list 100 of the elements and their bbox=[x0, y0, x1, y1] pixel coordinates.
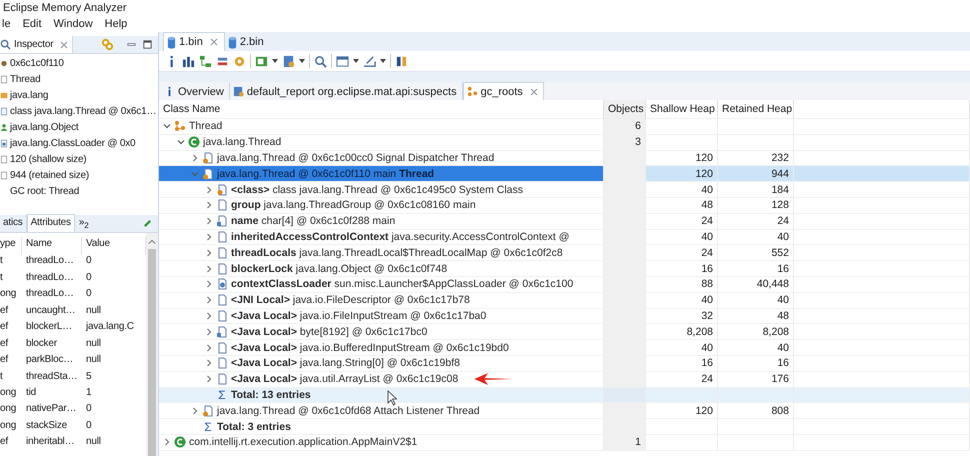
expand-chevron-icon[interactable] bbox=[205, 280, 213, 288]
expand-chevron-icon[interactable] bbox=[205, 186, 213, 194]
table-cell: 16 bbox=[701, 262, 713, 275]
pin-icon[interactable] bbox=[143, 219, 152, 228]
dropdown-caret-icon[interactable] bbox=[299, 59, 305, 63]
document-icon bbox=[216, 246, 228, 259]
table-cell-text: threadSta… bbox=[25, 370, 78, 384]
tree-row[interactable]: inheritedAccessControlContext java.security.AccessControlContext @ 40 40 bbox=[159, 230, 970, 246]
collapse-chevron-icon[interactable] bbox=[163, 122, 171, 130]
menu-item[interactable]: le bbox=[2, 18, 11, 30]
document-icon bbox=[216, 199, 228, 212]
tree-row[interactable]: Σ Total: 3 entries bbox=[159, 419, 970, 435]
person-icon bbox=[0, 122, 8, 132]
tree-row[interactable]: blockerLock java.lang.Object @ 0x6c1c0f748 16 16 bbox=[159, 261, 970, 277]
menu-item[interactable]: Help bbox=[104, 18, 128, 30]
menu-item[interactable]: Edit bbox=[22, 18, 42, 30]
magnifier-icon bbox=[0, 39, 11, 50]
table-cell: 184 bbox=[771, 184, 789, 196]
nodes-icon bbox=[174, 120, 186, 132]
document-icon bbox=[216, 373, 228, 386]
table-cell-text: stackSize bbox=[25, 418, 68, 433]
expand-chevron-icon[interactable] bbox=[163, 438, 171, 446]
table-cell: 120 bbox=[695, 152, 713, 164]
expand-chevron-icon[interactable] bbox=[191, 154, 199, 162]
tree-row[interactable]: com.intellij.rt.execution.application.AppMainV2$1 1 bbox=[159, 434, 970, 451]
tree-row[interactable]: group java.lang.ThreadGroup @ 0x6c1c08160 main 48 128 bbox=[159, 198, 970, 214]
tree-row[interactable]: contextClassLoader sun.misc.Launcher$AppClassLoader @ 0x6c1c100 88 40,448 bbox=[159, 276, 970, 293]
expand-chevron-icon[interactable] bbox=[205, 328, 213, 336]
bar-chart-icon[interactable] bbox=[182, 54, 195, 68]
sum-sign: Σ bbox=[217, 388, 227, 402]
export-icon[interactable] bbox=[363, 54, 376, 68]
tree-label: name char[4] @ 0x6c1c0f288 main bbox=[231, 215, 396, 228]
search-icon[interactable] bbox=[314, 54, 327, 68]
table-cell: 40 bbox=[777, 294, 789, 306]
tree-row[interactable]: Σ Total: 13 entries bbox=[159, 388, 970, 404]
table-cell-text: tid bbox=[25, 386, 37, 400]
expand-chevron-icon[interactable] bbox=[205, 232, 213, 241]
scrollbar[interactable] bbox=[146, 233, 158, 456]
scroll-up-icon[interactable] bbox=[148, 239, 156, 245]
table-cell: 48 bbox=[701, 199, 713, 212]
expand-chevron-icon[interactable] bbox=[205, 344, 213, 352]
table-cell: 6 bbox=[635, 120, 641, 132]
table-cell: 808 bbox=[771, 404, 789, 417]
mouse-cursor-icon bbox=[387, 390, 397, 406]
editor-tab[interactable]: 1.bin bbox=[163, 32, 225, 51]
dropdown-caret-icon[interactable] bbox=[353, 59, 359, 63]
result-tab[interactable]: gc_roots bbox=[462, 82, 544, 100]
inspector-tab[interactable]: Inspector bbox=[0, 36, 74, 53]
column-header[interactable]: ype bbox=[0, 237, 22, 255]
tree-row[interactable]: <Java Local> java.io.FileInputStream @ 0x6c1c17ba0 32 48 bbox=[159, 308, 970, 324]
expand-chevron-icon[interactable] bbox=[205, 375, 213, 384]
tree-icon[interactable] bbox=[199, 54, 212, 68]
nodes-icon bbox=[466, 86, 478, 97]
expand-chevron-icon[interactable] bbox=[191, 406, 199, 415]
tree-row[interactable]: Thread 6 bbox=[159, 119, 970, 135]
tree-row[interactable]: java.lang.Thread 3 bbox=[159, 134, 970, 151]
dropdown-caret-icon[interactable] bbox=[272, 59, 278, 63]
table-cell: 40 bbox=[701, 184, 713, 196]
class-icon bbox=[188, 136, 200, 148]
document-icon bbox=[216, 326, 228, 338]
expand-chevron-icon[interactable] bbox=[205, 264, 213, 273]
expand-chevron-icon[interactable] bbox=[205, 248, 213, 257]
expand-chevron-icon[interactable] bbox=[205, 201, 213, 210]
tree-row[interactable]: <Java Local> java.io.BufferedInputStream @ 0x6c1c19bd0 40 40 bbox=[159, 340, 970, 356]
editor-tab[interactable]: 2.bin bbox=[224, 33, 270, 51]
tree-row[interactable]: <class> class java.lang.Thread @ 0x6c1c495c0 System Class 40 184 bbox=[159, 182, 970, 198]
menu-item[interactable]: Window bbox=[54, 18, 93, 30]
collapse-chevron-icon[interactable] bbox=[177, 138, 185, 146]
window-icon[interactable] bbox=[336, 54, 349, 68]
column-header[interactable]: Shallow Heap bbox=[646, 100, 718, 119]
table-cell-text: ong bbox=[0, 418, 18, 433]
tree-row[interactable]: <Java Local> byte[8192] @ 0x6c1c17bc0 8,208 8,208 bbox=[159, 324, 970, 340]
expand-chevron-icon[interactable] bbox=[205, 312, 213, 320]
tree-row[interactable]: <Java Local> java.lang.String[0] @ 0x6c1c19bf8 16 16 bbox=[159, 356, 970, 372]
table-cell-text: 0 bbox=[85, 254, 92, 268]
tree-row[interactable]: <JNI Local> java.io.FileDescriptor @ 0x6c1c17b78 40 40 bbox=[159, 292, 970, 309]
report-icon[interactable] bbox=[282, 54, 295, 68]
expand-chevron-icon[interactable] bbox=[205, 296, 213, 304]
column-header[interactable]: Retained Heap bbox=[718, 100, 794, 119]
tree-row[interactable]: threadLocals java.lang.ThreadLocal$ThreadLocalMap @ 0x6c1c0f2c8 24 552 bbox=[159, 245, 970, 262]
column-header[interactable]: Name bbox=[22, 237, 82, 255]
close-icon[interactable] bbox=[530, 88, 538, 96]
expand-chevron-icon[interactable] bbox=[205, 359, 213, 368]
tree-row[interactable]: java.lang.Thread @ 0x6c1c0fd68 Attach Listener Thread 120 808 bbox=[159, 403, 970, 420]
maximize-icon[interactable] bbox=[142, 39, 153, 50]
close-icon[interactable] bbox=[60, 40, 68, 48]
tree-label: Thread bbox=[189, 120, 222, 132]
table-cell-text: threadLo… bbox=[25, 270, 75, 285]
chart-icon[interactable] bbox=[395, 54, 408, 68]
close-icon[interactable] bbox=[210, 38, 218, 46]
table-cell-text: ef bbox=[0, 435, 10, 450]
scroll-thumb[interactable] bbox=[148, 249, 156, 456]
inspector-item: Thread bbox=[10, 74, 40, 84]
tree-row[interactable]: name char[4] @ 0x6c1c0f288 main 24 24 bbox=[159, 214, 970, 230]
tree-label: group java.lang.ThreadGroup @ 0x6c1c08160 main bbox=[231, 199, 476, 212]
expand-chevron-icon[interactable] bbox=[205, 217, 213, 226]
column-header[interactable]: Objects bbox=[604, 100, 646, 119]
view-tab[interactable]: Attributes bbox=[26, 214, 75, 232]
dropdown-caret-icon[interactable] bbox=[380, 59, 386, 63]
overflow-tabs-button[interactable]: »$_{2}$ bbox=[74, 217, 92, 230]
